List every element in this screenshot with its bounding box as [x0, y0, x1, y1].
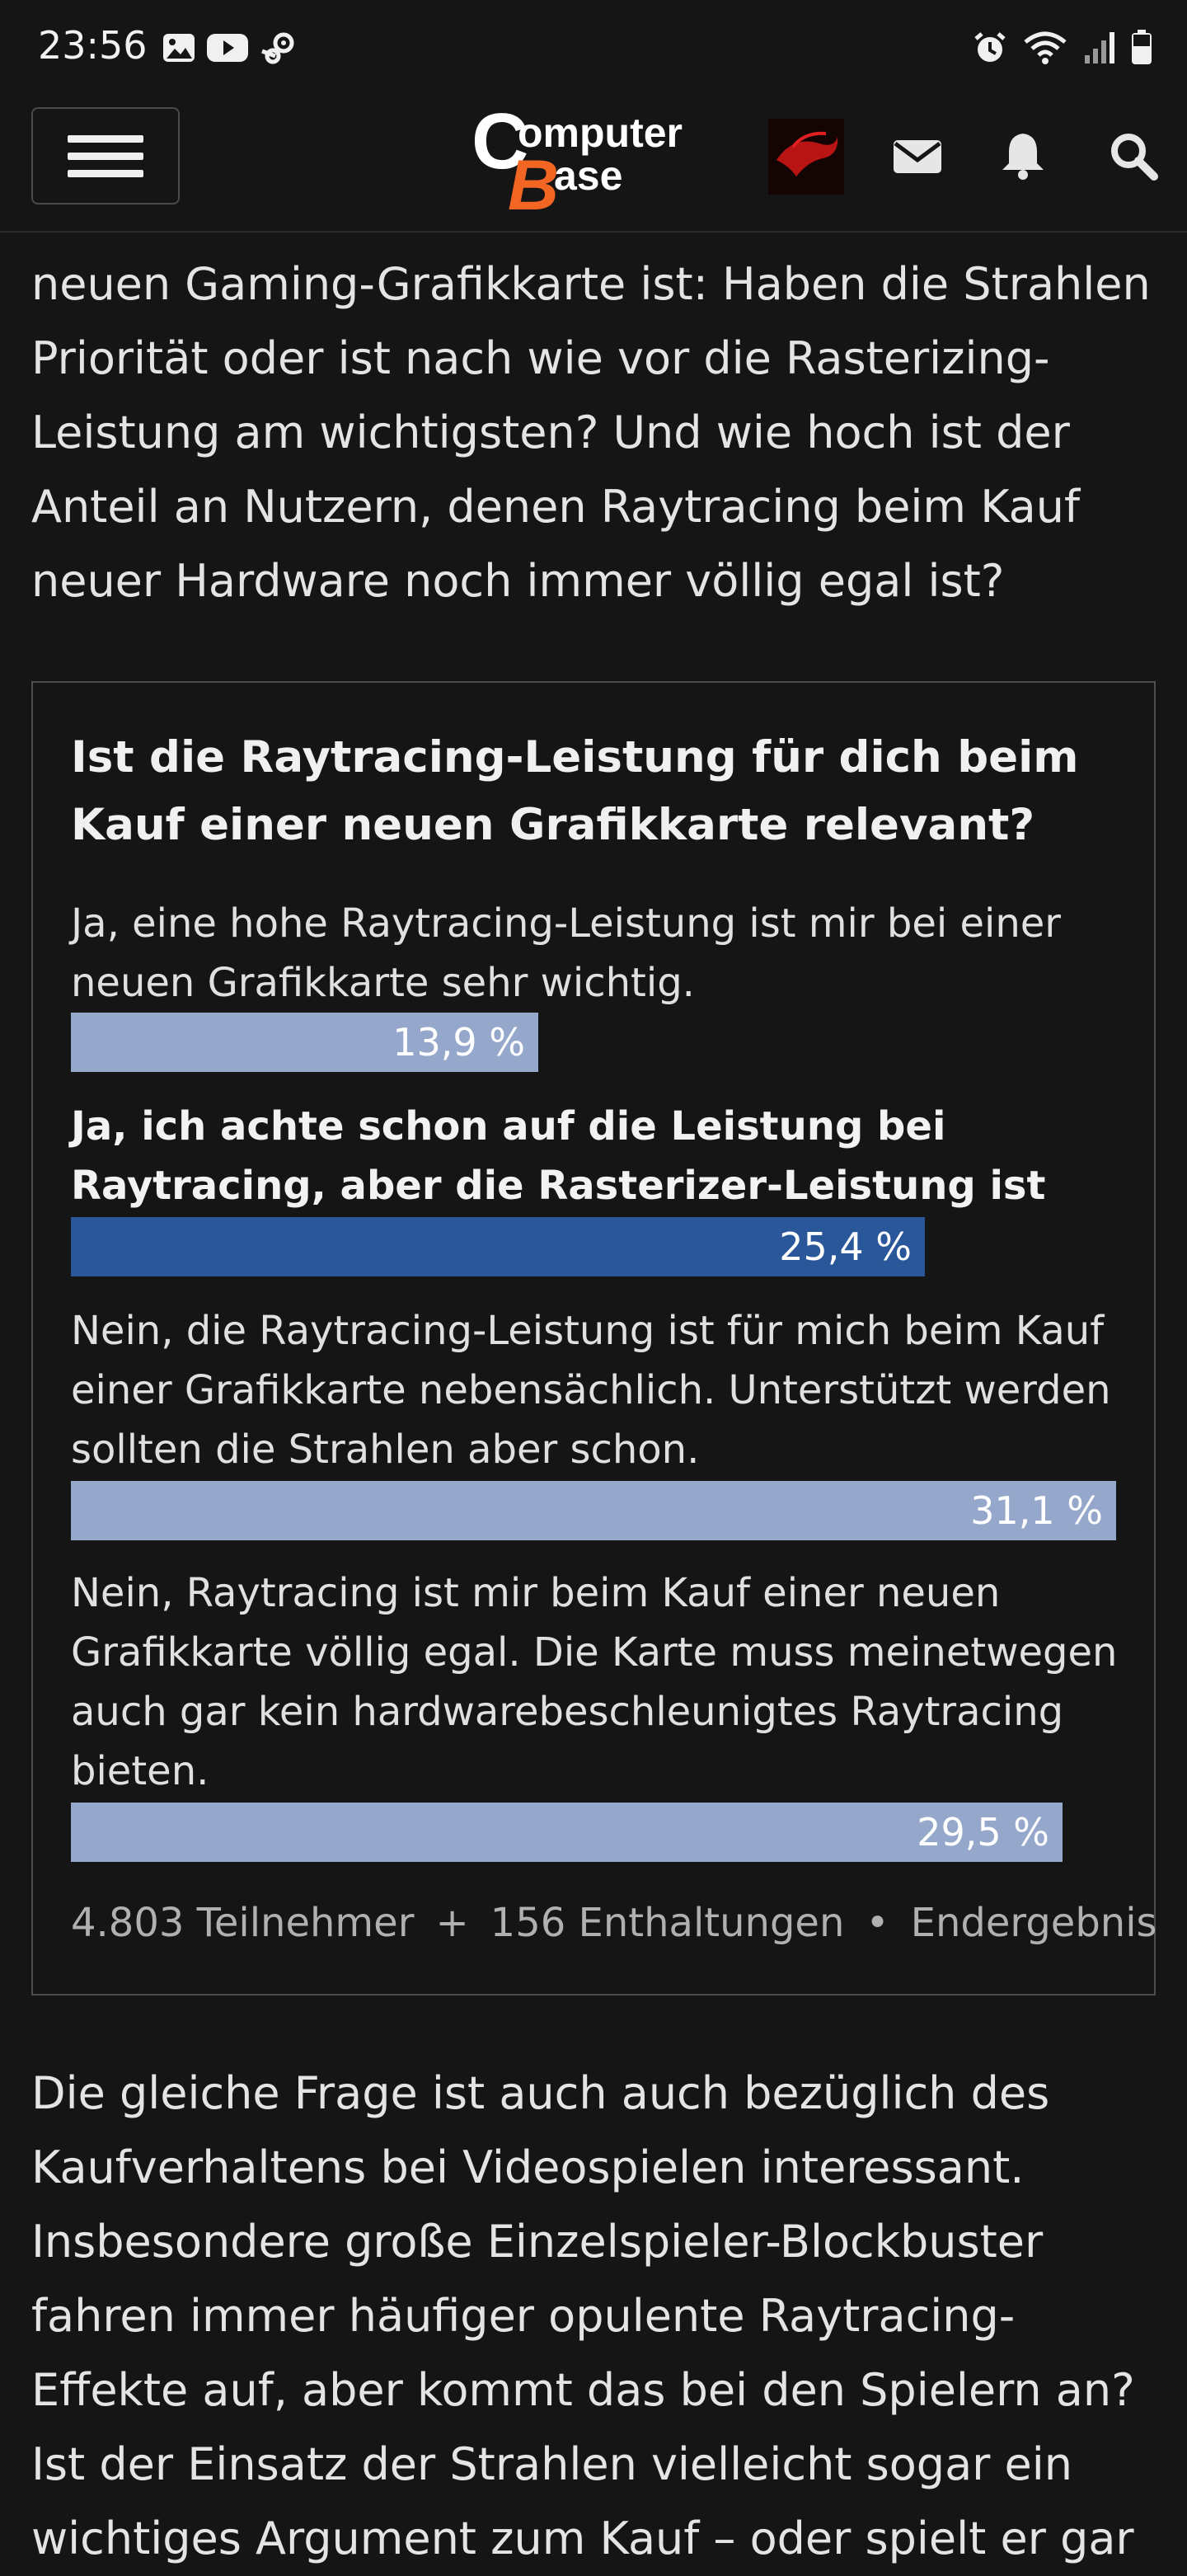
poll-percent: 25,4 % [779, 1225, 912, 1269]
wifi-icon [1024, 31, 1067, 64]
article-line: neuen Gaming-Grafikkarte ist: Haben die … [31, 258, 1151, 310]
article-line: Ist der Einsatz der Strahlen vielleicht … [31, 2438, 1072, 2490]
poll-participants: 4.803 Teilnehmer [71, 1900, 415, 1946]
site-header: C omputer B ase [0, 102, 1187, 233]
poll-percent: 13,9 % [392, 1020, 525, 1065]
poll-abstentions: 156 Enthaltungen [490, 1900, 845, 1946]
article-line: neuer Hardware noch immer völlig egal is… [31, 555, 1005, 607]
poll-option-label: Nein, die Raytracing-Leistung ist für mi… [71, 1308, 1111, 1473]
article-line: fahren immer häufiger opulente Raytracin… [31, 2290, 1016, 2342]
poll-status: Endergebnis [910, 1900, 1157, 1946]
article-line: Effekte auf, aber kommt das bei den Spie… [31, 2364, 1135, 2416]
article-line: Anteil an Nutzern, denen Raytracing beim… [31, 481, 1080, 533]
signal-icon [1085, 32, 1114, 63]
poll-box: Ist die Raytracing-Leistung für dich bei… [31, 681, 1157, 1995]
status-bar: 23:56 [0, 0, 1187, 102]
status-time: 23:56 [38, 23, 148, 68]
article-line: Die gleiche Frage ist auch auch bezüglic… [31, 2067, 1050, 2119]
avatar[interactable] [768, 119, 844, 195]
steam-icon [261, 32, 294, 64]
youtube-icon [207, 34, 248, 62]
mail-icon[interactable] [892, 130, 943, 181]
computerbase-logo[interactable]: C omputer B ase [472, 104, 719, 219]
poll-result-bar: 13,9 % [71, 1013, 538, 1072]
bell-icon[interactable] [999, 130, 1047, 181]
poll-result-bar: 31,1 % [71, 1481, 1116, 1540]
poll-result-bar: 29,5 % [71, 1803, 1063, 1862]
menu-icon [68, 125, 143, 187]
poll-result-bar-selected: 25,4 % [71, 1217, 925, 1276]
search-icon[interactable] [1108, 130, 1159, 181]
poll-question: Ist die Raytracing-Leistung für dich bei… [71, 732, 1079, 850]
article-line: Insbesondere große Einzelspieler-Blockbu… [31, 2216, 1044, 2268]
poll-percent: 29,5 % [917, 1810, 1049, 1854]
poll-separator: • [866, 1900, 889, 1946]
article-intro: neuen Gaming-Grafikkarte ist: Haben die … [31, 247, 1161, 618]
poll-footer: 4.803 Teilnehmer + 156 Enthaltungen • En… [71, 1900, 1157, 1946]
poll-option-label: Ja, eine hohe Raytracing-Leistung ist mi… [71, 900, 1062, 1006]
article-outro: Die gleiche Frage ist auch auch bezüglic… [31, 2057, 1161, 2576]
logo-b: B [508, 146, 559, 219]
poll-percent: 31,1 % [970, 1488, 1103, 1533]
gallery-icon [163, 34, 195, 62]
article-line: wichtiges Argument zum Kauf – oder spiel… [31, 2513, 1134, 2564]
menu-button[interactable] [31, 107, 180, 204]
article-line: Leistung am wichtigsten? Und wie hoch is… [31, 407, 1070, 458]
battery-icon [1132, 30, 1152, 64]
poll-option-label: Nein, Raytracing ist mir beim Kauf einer… [71, 1570, 1118, 1794]
poll-separator: + [435, 1900, 469, 1946]
logo-line2: ase [554, 153, 622, 199]
article-line: Priorität oder ist nach wie vor die Rast… [31, 332, 1050, 384]
alarm-icon [974, 32, 1006, 62]
article-line: Kaufverhaltens bei Videospielen interess… [31, 2141, 1025, 2193]
